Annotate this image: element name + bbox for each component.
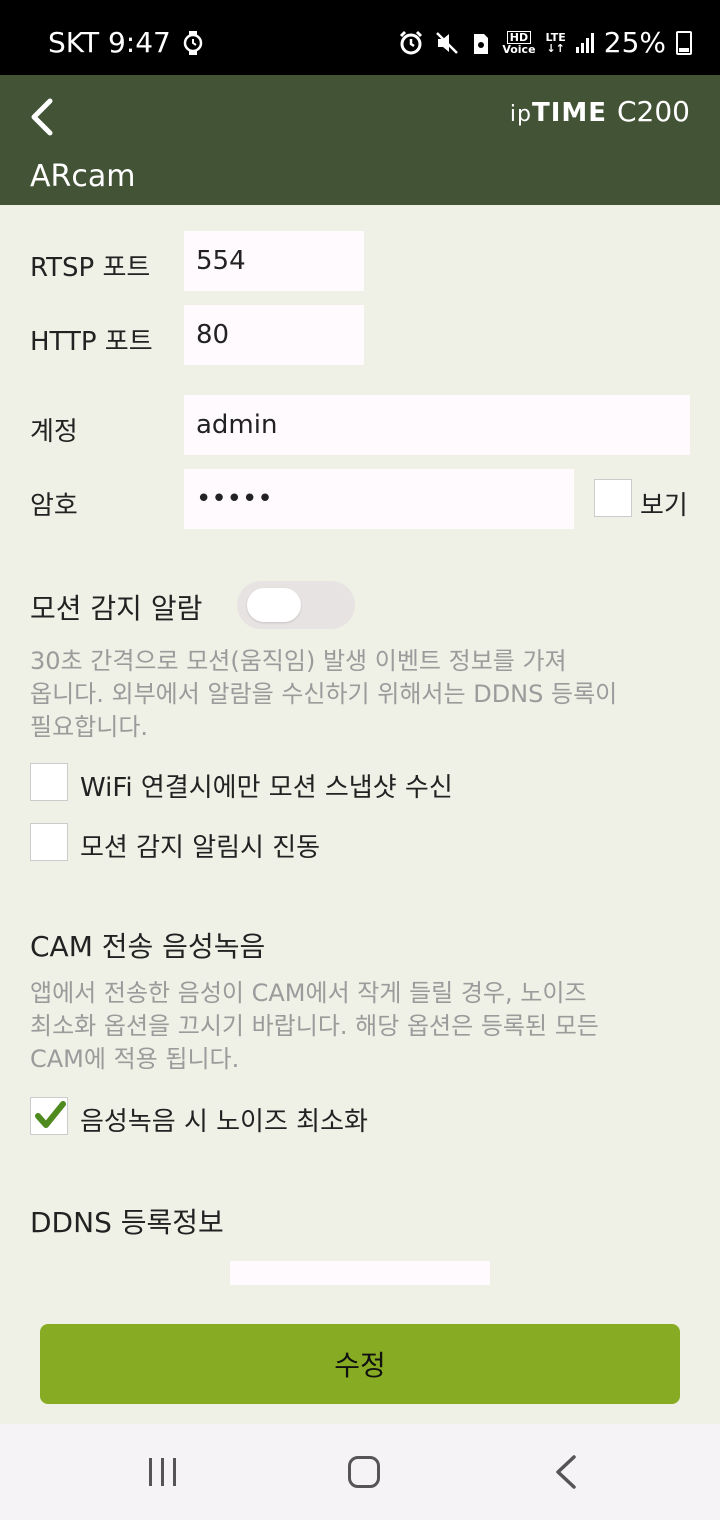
settings-form: RTSP 포트 554 HTTP 포트 80 계정 admin 암호 •••••… — [0, 205, 720, 1285]
camera-name: ARcam — [30, 159, 136, 194]
wifi-snapshot-checkbox[interactable] — [30, 763, 68, 801]
status-left: SKT 9:47 — [48, 26, 205, 59]
account-label: 계정 — [30, 417, 78, 447]
action-area: 수정 — [0, 1285, 720, 1424]
ddns-host-input[interactable] — [230, 1261, 490, 1285]
hd-voice-icon: HD Voice — [502, 30, 536, 56]
watch-icon — [183, 30, 203, 55]
noise-reduction-checkbox[interactable] — [30, 1097, 68, 1135]
status-bar: SKT 9:47 HD Voice LTE ↓↑ 25% — [0, 0, 720, 75]
toggle-knob — [247, 588, 301, 622]
battery-icon — [676, 30, 692, 55]
wifi-snapshot-label: WiFi 연결시에만 모션 스냅샷 수신 — [80, 773, 453, 803]
voice-recording-title: CAM 전송 음성녹음 — [30, 930, 266, 963]
alarm-icon — [400, 30, 423, 54]
mute-icon — [436, 31, 459, 54]
voice-recording-desc: 앱에서 전송한 음성이 CAM에서 작게 들릴 경우, 노이즈 최소화 옵션을 … — [30, 979, 599, 1073]
storage-icon — [474, 33, 489, 54]
show-password-checkbox[interactable] — [594, 479, 632, 517]
motion-vibrate-label: 모션 감지 알림시 진동 — [80, 833, 321, 863]
account-input[interactable]: admin — [184, 395, 690, 455]
battery-percent: 25% — [603, 26, 666, 59]
check-icon — [35, 1101, 66, 1128]
rtsp-port-input[interactable]: 554 — [184, 231, 364, 291]
brand-model: C200 — [617, 95, 690, 128]
ddns-title: DDNS 등록정보 — [30, 1206, 224, 1239]
http-port-input[interactable]: 80 — [184, 305, 364, 365]
motion-alarm-desc: 30초 간격으로 모션(움직임) 발생 이벤트 정보를 가져 옵니다. 외부에서… — [30, 647, 618, 741]
system-nav-bar — [0, 1424, 720, 1520]
noise-reduction-label: 음성녹음 시 노이즈 최소화 — [80, 1107, 368, 1137]
status-right: HD Voice LTE ↓↑ 25% — [398, 26, 692, 59]
motion-alarm-title: 모션 감지 알람 — [30, 592, 203, 625]
submit-button[interactable]: 수정 — [40, 1324, 680, 1404]
carrier-time: SKT 9:47 — [48, 26, 171, 59]
back-arrow-icon[interactable] — [22, 93, 70, 141]
nav-back-icon[interactable] — [552, 1454, 580, 1490]
brand-logo: ipTIME — [509, 98, 607, 128]
rtsp-port-label: RTSP 포트 — [30, 253, 151, 283]
motion-alarm-toggle[interactable] — [237, 581, 355, 629]
motion-vibrate-checkbox[interactable] — [30, 823, 68, 861]
password-input[interactable]: ••••• — [184, 469, 574, 529]
recent-apps-icon[interactable] — [147, 1456, 179, 1488]
signal-icon — [575, 32, 594, 53]
http-port-label: HTTP 포트 — [30, 327, 153, 357]
password-label: 암호 — [30, 491, 78, 521]
show-password-label: 보기 — [640, 491, 688, 521]
home-icon[interactable] — [348, 1456, 380, 1488]
brand: ipTIME C200 — [510, 95, 690, 128]
lte-icon: LTE ↓↑ — [545, 30, 566, 55]
app-header: ipTIME C200 ARcam — [0, 75, 720, 205]
